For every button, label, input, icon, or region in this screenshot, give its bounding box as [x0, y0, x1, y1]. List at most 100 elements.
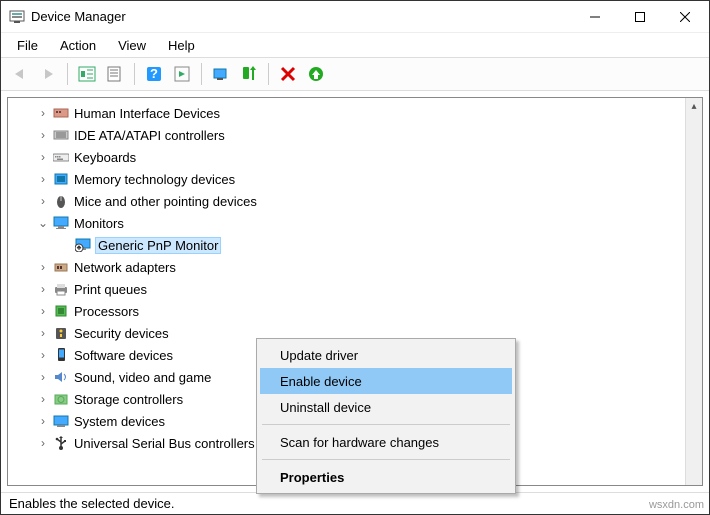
- tree-item-label: Mice and other pointing devices: [74, 194, 257, 209]
- expand-icon[interactable]: ›: [36, 128, 50, 142]
- expand-icon[interactable]: ›: [36, 348, 50, 362]
- menu-item-label: Scan for hardware changes: [280, 435, 439, 450]
- separator: [262, 424, 510, 425]
- separator: [201, 63, 202, 85]
- tree-item-label: Processors: [74, 304, 139, 319]
- maximize-button[interactable]: [617, 2, 662, 32]
- vertical-scrollbar[interactable]: ▴: [685, 98, 702, 485]
- tree-item-label: Software devices: [74, 348, 173, 363]
- usb-icon: [52, 435, 70, 451]
- sound-icon: [52, 369, 70, 385]
- expand-icon[interactable]: ›: [36, 150, 50, 164]
- menubar: File Action View Help: [1, 33, 709, 57]
- menu-scan-hardware[interactable]: Scan for hardware changes: [260, 429, 512, 455]
- expand-icon[interactable]: ›: [36, 392, 50, 406]
- cpu-icon: [52, 303, 70, 319]
- tree-item-label: Keyboards: [74, 150, 136, 165]
- tree-item-label: Generic PnP Monitor: [96, 238, 220, 253]
- expand-icon[interactable]: ›: [36, 172, 50, 186]
- tree-item-ide[interactable]: › IDE ATA/ATAPI controllers: [12, 124, 685, 146]
- menu-item-label: Enable device: [280, 374, 362, 389]
- show-hide-tree-button[interactable]: [74, 61, 100, 87]
- hid-icon: [52, 105, 70, 121]
- statusbar: Enables the selected device.: [1, 492, 709, 514]
- tree-item-hid[interactable]: › Human Interface Devices: [12, 102, 685, 124]
- scroll-up-button[interactable]: ▴: [686, 98, 702, 115]
- content-area: › Human Interface Devices › IDE ATA/ATAPI …: [7, 97, 703, 486]
- expand-icon[interactable]: ›: [36, 370, 50, 384]
- menu-help[interactable]: Help: [158, 36, 205, 55]
- expand-icon[interactable]: ›: [36, 260, 50, 274]
- separator: [268, 63, 269, 85]
- enable-button[interactable]: [303, 61, 329, 87]
- expand-icon[interactable]: ›: [36, 282, 50, 296]
- expand-icon[interactable]: ›: [36, 106, 50, 120]
- security-icon: [52, 325, 70, 341]
- properties-button[interactable]: [102, 61, 128, 87]
- system-icon: [52, 413, 70, 429]
- expand-icon[interactable]: ›: [36, 414, 50, 428]
- menu-properties[interactable]: Properties: [260, 464, 512, 490]
- menu-item-label: Properties: [280, 470, 344, 485]
- monitor-icon: [52, 215, 70, 231]
- device-manager-window: Device Manager File Action View Help ?: [0, 0, 710, 515]
- mouse-icon: [52, 193, 70, 209]
- separator: [134, 63, 135, 85]
- add-legacy-button[interactable]: [236, 61, 262, 87]
- context-menu: Update driver Enable device Uninstall de…: [256, 338, 516, 494]
- tree-item-mice[interactable]: › Mice and other pointing devices: [12, 190, 685, 212]
- printer-icon: [52, 281, 70, 297]
- expand-icon[interactable]: ›: [36, 194, 50, 208]
- svg-text:?: ?: [150, 66, 158, 81]
- minimize-button[interactable]: [572, 2, 617, 32]
- tree-item-printers[interactable]: › Print queues: [12, 278, 685, 300]
- tree-item-label: Universal Serial Bus controllers: [74, 436, 255, 451]
- back-button[interactable]: [7, 61, 33, 87]
- monitor-disabled-icon: [74, 237, 92, 253]
- expand-icon[interactable]: ›: [36, 326, 50, 340]
- separator: [67, 63, 68, 85]
- tree-item-network[interactable]: › Network adapters: [12, 256, 685, 278]
- app-icon: [9, 9, 25, 25]
- expand-icon[interactable]: ›: [36, 436, 50, 450]
- menu-view[interactable]: View: [108, 36, 156, 55]
- tree-item-label: Human Interface Devices: [74, 106, 220, 121]
- expand-icon[interactable]: ›: [36, 304, 50, 318]
- action-button[interactable]: [169, 61, 195, 87]
- menu-item-label: Uninstall device: [280, 400, 371, 415]
- menu-update-driver[interactable]: Update driver: [260, 342, 512, 368]
- tree-item-label: IDE ATA/ATAPI controllers: [74, 128, 225, 143]
- tree-item-monitors[interactable]: ⌄ Monitors: [12, 212, 685, 234]
- uninstall-button[interactable]: [275, 61, 301, 87]
- network-icon: [52, 259, 70, 275]
- ide-icon: [52, 127, 70, 143]
- tree-item-label: System devices: [74, 414, 165, 429]
- status-text: Enables the selected device.: [9, 496, 175, 511]
- tree-item-label: Storage controllers: [74, 392, 183, 407]
- tree-item-generic-pnp-monitor[interactable]: Generic PnP Monitor: [12, 234, 685, 256]
- collapse-icon[interactable]: ⌄: [36, 216, 50, 230]
- scan-hardware-button[interactable]: [208, 61, 234, 87]
- separator: [262, 459, 510, 460]
- menu-action[interactable]: Action: [50, 36, 106, 55]
- tree-item-label: Monitors: [74, 216, 124, 231]
- storage-icon: [52, 391, 70, 407]
- keyboard-icon: [52, 149, 70, 165]
- tree-item-memory[interactable]: ›Memory technology devices: [12, 168, 685, 190]
- software-icon: [52, 347, 70, 363]
- titlebar: Device Manager: [1, 1, 709, 33]
- close-button[interactable]: [662, 2, 707, 32]
- tree-item-processors[interactable]: › Processors: [12, 300, 685, 322]
- tree-item-keyboards[interactable]: › Keyboards: [12, 146, 685, 168]
- tree-item-label: Print queues: [74, 282, 147, 297]
- tree-item-label: Network adapters: [74, 260, 176, 275]
- watermark: wsxdn.com: [649, 499, 704, 511]
- tree-item-label: Security devices: [74, 326, 169, 341]
- menu-uninstall-device[interactable]: Uninstall device: [260, 394, 512, 420]
- forward-button[interactable]: [35, 61, 61, 87]
- menu-enable-device[interactable]: Enable device: [260, 368, 512, 394]
- menu-item-label: Update driver: [280, 348, 358, 363]
- help-button[interactable]: ?: [141, 61, 167, 87]
- window-title: Device Manager: [31, 9, 572, 24]
- menu-file[interactable]: File: [7, 36, 48, 55]
